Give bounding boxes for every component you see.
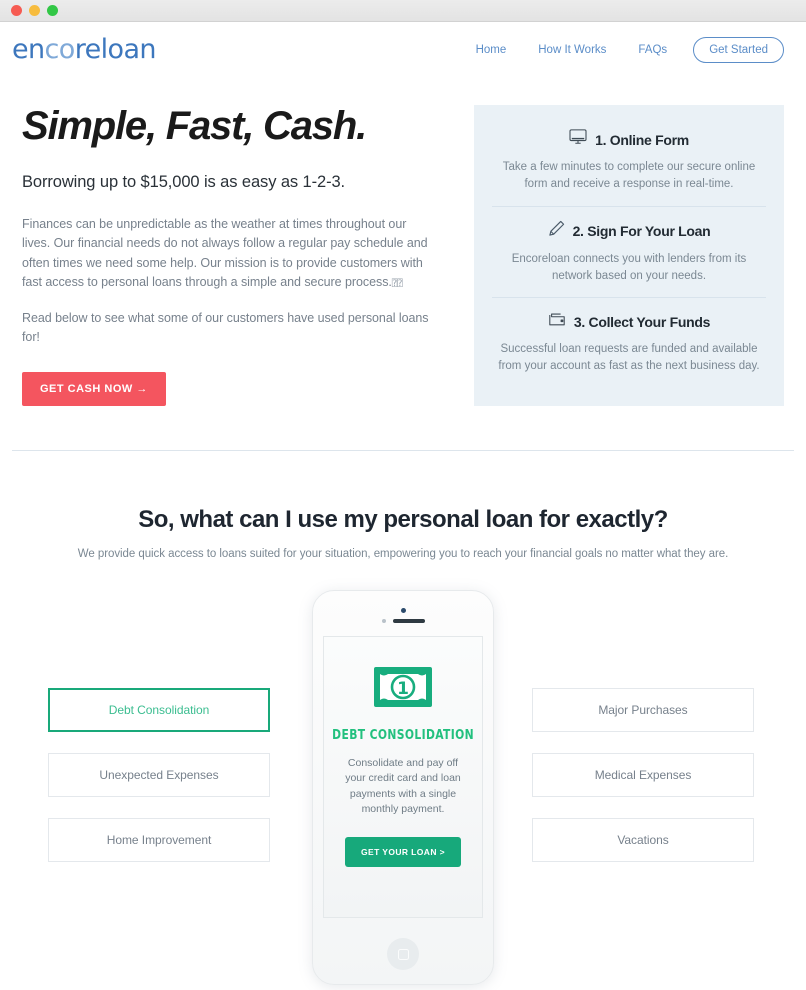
phone-speaker-icon: [392, 619, 425, 624]
nav-link-how-it-works[interactable]: How It Works: [522, 44, 622, 56]
phone-screen: 1 DEBT CONSOLIDATION Consolidate and pay…: [323, 636, 483, 919]
step-sign-for-loan: 2. Sign For Your Loan Encoreloan connect…: [492, 205, 766, 298]
category-column-left: Debt Consolidation Unexpected Expenses H…: [48, 688, 270, 883]
category-item-unexpected-expenses[interactable]: Unexpected Expenses: [48, 753, 270, 798]
home-square-icon: [397, 948, 409, 960]
step-description: Successful loan requests are funded and …: [498, 343, 760, 373]
missing-glyph-boxes: ⍰⍰: [391, 279, 403, 290]
get-started-button[interactable]: Get Started: [693, 36, 784, 63]
loan-uses-showcase: Debt Consolidation Unexpected Expenses H…: [0, 590, 806, 990]
step-header: 3. Collect Your Funds: [492, 311, 766, 332]
main-navigation: Home How It Works FAQs Get Started: [460, 36, 784, 63]
phone-camera-icon: [381, 619, 386, 624]
monitor-icon: [569, 129, 587, 150]
pen-icon: [548, 220, 565, 242]
hero-section: Simple, Fast, Cash. Borrowing up to $15,…: [0, 77, 806, 407]
category-item-major-purchases[interactable]: Major Purchases: [532, 688, 754, 733]
category-item-home-improvement[interactable]: Home Improvement: [48, 818, 270, 863]
step-collect-funds: 3. Collect Your Funds Successful loan re…: [492, 297, 766, 388]
window-close-button[interactable]: [11, 5, 22, 16]
step-title: 2. Sign For Your Loan: [572, 222, 711, 239]
category-item-debt-consolidation[interactable]: Debt Consolidation: [48, 688, 270, 733]
hero-left-column: Simple, Fast, Cash. Borrowing up to $15,…: [22, 104, 474, 407]
hero-paragraph-1-text: Finances can be unpredictable as the wea…: [22, 217, 428, 290]
phone-screen-title: DEBT CONSOLIDATION: [332, 728, 474, 744]
site-logo[interactable]: encoreloan: [12, 34, 157, 65]
hero-title: Simple, Fast, Cash.: [22, 104, 367, 148]
get-your-loan-button[interactable]: GET YOUR LOAN >: [344, 837, 461, 868]
step-description: Take a few minutes to complete our secur…: [502, 161, 756, 191]
section-title: So, what can I use my personal loan for …: [138, 506, 668, 534]
browser-chrome: [0, 0, 806, 22]
section-subtitle: We provide quick access to loans suited …: [77, 548, 729, 561]
window-minimize-button[interactable]: [29, 5, 40, 16]
hero-subtitle: Borrowing up to $15,000 is as easy as 1-…: [22, 173, 346, 191]
hero-paragraph-2: Read below to see what some of our custo…: [22, 310, 429, 344]
logo-text-part3: reloan: [74, 34, 157, 65]
svg-text:1: 1: [397, 679, 409, 699]
step-title: 3. Collect Your Funds: [573, 313, 711, 330]
phone-speaker-row: [313, 591, 493, 624]
category-column-right: Major Purchases Medical Expenses Vacatio…: [532, 688, 754, 883]
nav-link-home[interactable]: Home: [460, 44, 523, 56]
step-title: 1. Online Form: [595, 131, 689, 148]
window-maximize-button[interactable]: [47, 5, 58, 16]
hero-paragraph-1: Finances can be unpredictable as the wea…: [22, 215, 432, 293]
site-header: encoreloan Home How It Works FAQs Get St…: [0, 22, 806, 77]
phone-home-button[interactable]: [387, 938, 419, 971]
logo-text-part1: en: [12, 34, 45, 65]
banknote-icon: 1: [374, 667, 432, 712]
nav-link-faqs[interactable]: FAQs: [622, 44, 683, 56]
step-header: 2. Sign For Your Loan: [492, 220, 766, 242]
step-description: Encoreloan connects you with lenders fro…: [511, 252, 747, 282]
phone-screen-text: Consolidate and pay off your credit card…: [345, 757, 461, 815]
phone-sensor-icon: [401, 608, 406, 614]
step-online-form: 1. Online Form Take a few minutes to com…: [492, 121, 766, 206]
get-cash-now-button[interactable]: GET CASH NOW →: [22, 372, 166, 407]
logo-text-part2: co: [44, 34, 76, 65]
category-item-vacations[interactable]: Vacations: [532, 818, 754, 863]
loan-uses-section: So, what can I use my personal loan for …: [0, 451, 806, 990]
wallet-icon: [548, 311, 566, 332]
how-it-works-panel: 1. Online Form Take a few minutes to com…: [474, 105, 784, 406]
category-item-medical-expenses[interactable]: Medical Expenses: [532, 753, 754, 798]
step-header: 1. Online Form: [492, 129, 766, 150]
phone-mockup: 1 DEBT CONSOLIDATION Consolidate and pay…: [312, 590, 494, 986]
